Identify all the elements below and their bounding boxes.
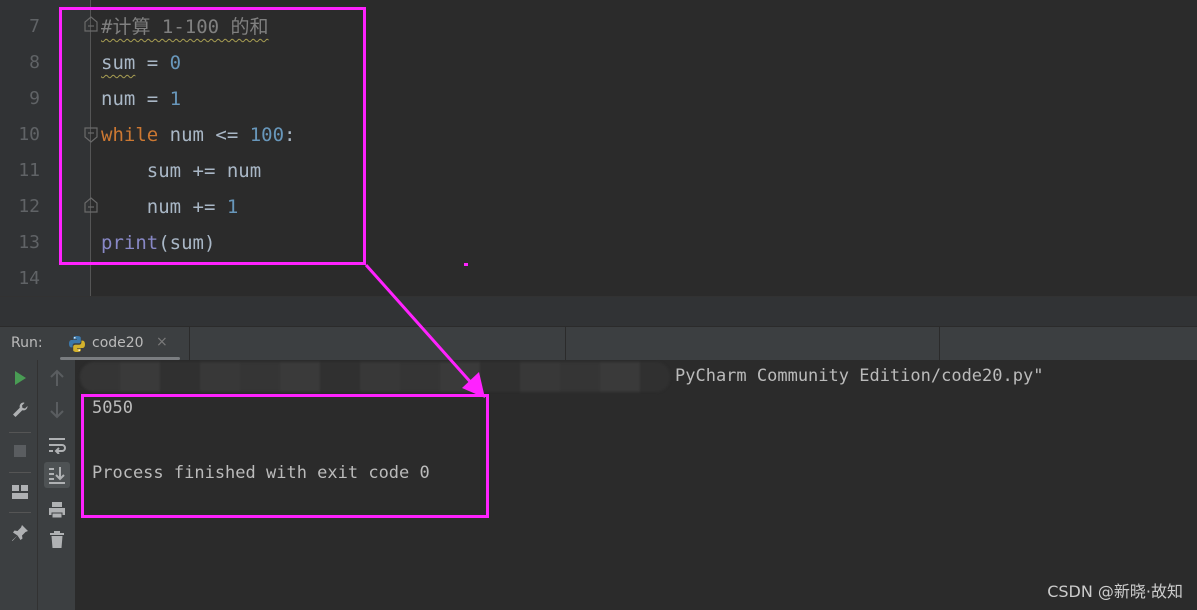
line-number: 14	[18, 268, 40, 289]
header-divider	[939, 327, 940, 361]
line-number: 7	[29, 16, 40, 37]
watermark: CSDN @新晓·故知	[1047, 582, 1183, 601]
code-highlight-box	[59, 7, 366, 265]
header-divider	[189, 327, 190, 361]
python-icon	[68, 335, 86, 357]
output-highlight-box	[81, 394, 489, 518]
run-toolbar-primary	[0, 360, 38, 610]
command-line: PyCharm Community Edition/code20.py"	[675, 366, 1044, 386]
soft-wrap-icon[interactable]	[45, 433, 69, 457]
wrench-icon[interactable]	[8, 398, 32, 422]
toolwindow-strip	[0, 296, 1197, 326]
toolbar-divider	[9, 432, 31, 433]
tab-code20[interactable]: code20 ×	[60, 327, 180, 361]
header-divider	[565, 327, 566, 361]
print-icon[interactable]	[45, 498, 69, 522]
close-icon[interactable]: ×	[156, 334, 168, 350]
toolbar-divider	[9, 512, 31, 513]
scroll-to-end-icon[interactable]	[44, 462, 70, 488]
line-number: 10	[18, 124, 40, 145]
run-label: Run:	[11, 335, 43, 351]
layout-icon[interactable]	[8, 480, 32, 504]
toolbar-divider	[9, 472, 31, 473]
annotation-dot	[464, 263, 468, 266]
stop-icon[interactable]	[8, 439, 32, 463]
line-number: 12	[18, 196, 40, 217]
line-number: 8	[29, 52, 40, 73]
run-icon[interactable]	[8, 366, 32, 390]
arrow-down-icon[interactable]	[45, 398, 69, 422]
tab-label: code20	[92, 335, 144, 351]
run-toolbar-secondary	[38, 360, 76, 610]
line-number: 9	[29, 88, 40, 109]
pin-icon[interactable]	[8, 521, 32, 545]
trash-icon[interactable]	[45, 528, 69, 552]
redacted-command-path	[80, 362, 670, 392]
line-number: 13	[18, 232, 40, 253]
run-toolwindow-header: Run: code20 ×	[0, 326, 1197, 361]
line-number: 11	[18, 160, 40, 181]
arrow-up-icon[interactable]	[45, 366, 69, 390]
